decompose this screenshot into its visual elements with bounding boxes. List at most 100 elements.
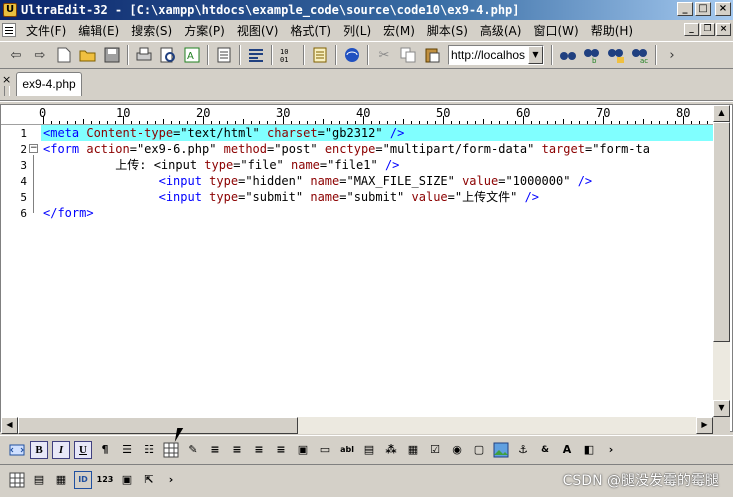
- menu-advanced[interactable]: 高级(A): [474, 22, 528, 39]
- edit-icon[interactable]: ✎: [184, 441, 202, 459]
- scroll-left-icon[interactable]: ◀: [1, 417, 18, 434]
- menu-format[interactable]: 格式(T): [284, 22, 337, 39]
- open-folder-icon[interactable]: [78, 45, 98, 65]
- menu-column[interactable]: 列(L): [337, 22, 377, 39]
- code-line-6[interactable]: </form>: [43, 205, 94, 221]
- copy-icon[interactable]: [398, 45, 418, 65]
- grid-icon[interactable]: [8, 471, 26, 489]
- menu-script[interactable]: 脚本(S): [421, 22, 474, 39]
- calculator-icon[interactable]: ▣: [118, 471, 136, 489]
- spell-check-icon[interactable]: A: [182, 45, 202, 65]
- doc-restore-button[interactable]: ❐: [700, 23, 715, 36]
- hex-icon[interactable]: 10 01: [278, 45, 298, 65]
- image-button-icon[interactable]: ▦: [404, 441, 422, 459]
- line-number-gutter[interactable]: 1 2 3 4 5 6 −: [1, 125, 41, 421]
- back-icon[interactable]: ⇦: [6, 45, 26, 65]
- list-box-icon[interactable]: ▤: [360, 441, 378, 459]
- print-preview-icon[interactable]: [158, 45, 178, 65]
- italic-icon[interactable]: I: [52, 440, 70, 459]
- minimize-button[interactable]: _: [677, 2, 693, 16]
- ultraedit-app-icon[interactable]: U: [3, 3, 17, 17]
- page-icon[interactable]: [214, 45, 234, 65]
- anchor-icon[interactable]: ⚓: [514, 441, 532, 459]
- html-tag-icon[interactable]: [8, 441, 26, 459]
- menu-window[interactable]: 窗口(W): [527, 22, 584, 39]
- more-icon[interactable]: ›: [662, 45, 682, 65]
- document-icon[interactable]: [2, 23, 16, 37]
- image-icon[interactable]: [492, 441, 510, 459]
- replace-files-icon[interactable]: ac: [630, 45, 650, 65]
- word-wrap-icon[interactable]: [246, 45, 266, 65]
- align-justify-icon[interactable]: ≡: [272, 441, 290, 459]
- underline-icon[interactable]: U: [74, 440, 92, 459]
- code-line-2[interactable]: <form action="ex9-6.php" method="post" e…: [43, 141, 650, 157]
- maximize-button[interactable]: □: [695, 2, 711, 16]
- menu-search[interactable]: 搜索(S): [125, 22, 178, 39]
- font-color-icon[interactable]: A: [558, 441, 576, 459]
- code-line-3[interactable]: 上传: <input type="file" name="file1" />: [43, 157, 399, 173]
- vertical-scrollbar[interactable]: ▲ ▼: [713, 105, 730, 417]
- title-bar[interactable]: U UltraEdit-32 - [C:\xampp\htdocs\exampl…: [0, 0, 733, 20]
- paragraph-icon[interactable]: ¶: [96, 441, 114, 459]
- menu-project[interactable]: 方案(P): [178, 22, 231, 39]
- menu-edit[interactable]: 编辑(E): [72, 22, 125, 39]
- code-line-4[interactable]: <input type="hidden" name="MAX_FILE_SIZE…: [43, 173, 593, 189]
- save-icon[interactable]: [102, 45, 122, 65]
- menu-help[interactable]: 帮助(H): [585, 22, 639, 39]
- bold-icon[interactable]: B: [30, 440, 48, 459]
- form-icon[interactable]: ▣: [294, 441, 312, 459]
- list-view-icon[interactable]: ▤: [30, 471, 48, 489]
- tab-ex9-4-php[interactable]: ex9-4.php: [16, 72, 82, 96]
- url-value[interactable]: http://localhos: [449, 48, 528, 62]
- menu-macro[interactable]: 宏(M): [377, 22, 421, 39]
- number-icon[interactable]: 123: [96, 471, 114, 489]
- horizontal-scrollbar[interactable]: ◀ ▶: [1, 417, 713, 434]
- id-icon[interactable]: ID: [74, 470, 92, 489]
- special-char-icon[interactable]: &: [536, 441, 554, 459]
- fold-collapse-icon[interactable]: −: [29, 144, 38, 153]
- find-files-icon[interactable]: [606, 45, 626, 65]
- doc-close-button[interactable]: ×: [716, 23, 731, 36]
- align-left-icon[interactable]: ≡: [206, 441, 224, 459]
- dropdown-arrow-icon[interactable]: ▼: [528, 46, 543, 64]
- function-list-icon[interactable]: ▦: [52, 471, 70, 489]
- submit-button-icon[interactable]: ▢: [470, 441, 488, 459]
- url-combobox[interactable]: http://localhos ▼: [448, 45, 544, 65]
- radio-icon[interactable]: ◉: [448, 441, 466, 459]
- table-icon[interactable]: [162, 441, 180, 459]
- unordered-list-icon[interactable]: ☰: [118, 441, 136, 459]
- find-icon[interactable]: [558, 45, 578, 65]
- code-line-1[interactable]: <meta Content-type="text/html" charset="…: [41, 125, 713, 141]
- label-icon[interactable]: abl: [338, 441, 356, 459]
- cut-icon[interactable]: ✂: [374, 45, 394, 65]
- editor-pane[interactable]: 0 10 20 30 40 50 60 70 80 1 2 3 4 5 6 − …: [0, 104, 733, 434]
- password-icon[interactable]: ⁂: [382, 441, 400, 459]
- forward-icon[interactable]: ⇨: [30, 45, 50, 65]
- textbox-icon[interactable]: ▭: [316, 441, 334, 459]
- code-line-5[interactable]: <input type="submit" name="submit" value…: [43, 189, 539, 205]
- horizontal-scroll-thumb[interactable]: [18, 417, 298, 434]
- vertical-scroll-thumb[interactable]: [713, 122, 730, 342]
- browser-icon[interactable]: [342, 45, 362, 65]
- paste-icon[interactable]: [422, 45, 442, 65]
- scroll-up-icon[interactable]: ▲: [713, 105, 730, 122]
- menu-file[interactable]: 文件(F): [20, 22, 72, 39]
- new-file-icon[interactable]: [54, 45, 74, 65]
- color-picker-icon[interactable]: ◧: [580, 441, 598, 459]
- scroll-down-icon[interactable]: ▼: [713, 400, 730, 417]
- code-area[interactable]: <meta Content-type="text/html" charset="…: [41, 125, 713, 421]
- align-center-icon[interactable]: ≡: [228, 441, 246, 459]
- ftp-icon[interactable]: [310, 45, 330, 65]
- more-icon[interactable]: ›: [602, 441, 620, 459]
- scroll-right-icon[interactable]: ▶: [696, 417, 713, 434]
- more-icon[interactable]: ›: [162, 471, 180, 489]
- tab-close-icon[interactable]: ×: [2, 73, 11, 86]
- replace-icon[interactable]: b: [582, 45, 602, 65]
- menu-view[interactable]: 视图(V): [231, 22, 285, 39]
- doc-minimize-button[interactable]: _: [684, 23, 699, 36]
- close-button[interactable]: ×: [715, 2, 731, 16]
- align-right-icon[interactable]: ≡: [250, 441, 268, 459]
- export-icon[interactable]: ⇱: [140, 471, 158, 489]
- tabstrip-handle[interactable]: [4, 86, 10, 96]
- checkbox-icon[interactable]: ☑: [426, 441, 444, 459]
